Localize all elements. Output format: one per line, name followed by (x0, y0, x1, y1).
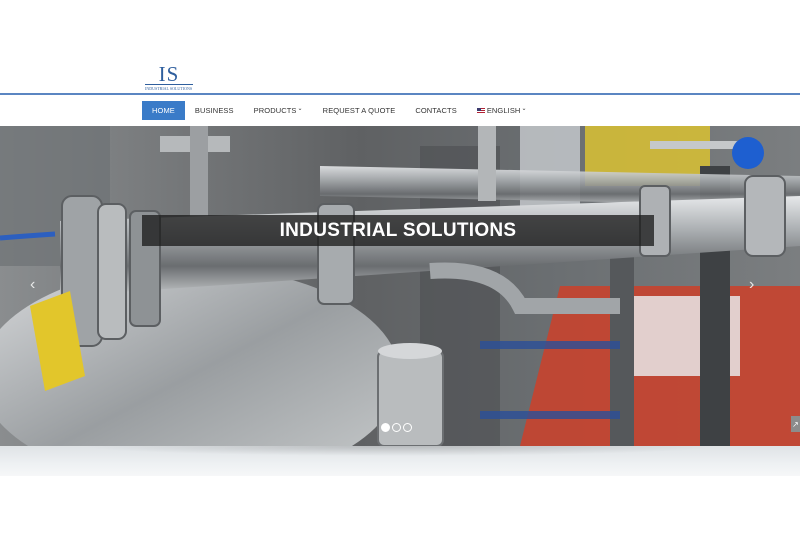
chevron-left-icon[interactable]: ‹ (30, 277, 35, 293)
nav-item-business[interactable]: BUSINESS (185, 101, 244, 120)
scroll-top-icon[interactable]: ↗ (791, 416, 800, 432)
logo-subtitle: INDUSTRIAL SOLUTIONS (145, 86, 193, 91)
slider-pagination (381, 423, 412, 432)
main-nav: HOME BUSINESS PRODUCTS ⌄ REQUEST A QUOTE … (142, 101, 537, 120)
logo-rule (145, 84, 193, 85)
nav-item-label: BUSINESS (194, 106, 234, 115)
nav-item-label: REQUEST A QUOTE (322, 106, 396, 115)
slide-caption: INDUSTRIAL SOLUTIONS (142, 215, 654, 246)
slider-dot-3[interactable] (403, 423, 412, 432)
site-logo[interactable]: IS INDUSTRIAL SOLUTIONS (145, 64, 197, 92)
logo-letters: IS (158, 62, 180, 86)
nav-item-language[interactable]: ENGLISH ⌄ (467, 101, 537, 120)
us-flag-icon (476, 108, 485, 113)
slider-shadow-band (0, 446, 800, 476)
hero-slider[interactable]: INDUSTRIAL SOLUTIONS ‹ › ↗ (0, 126, 800, 446)
header-divider (0, 93, 800, 95)
chevron-right-icon[interactable]: › (749, 277, 754, 293)
nav-item-products[interactable]: PRODUCTS ⌄ (244, 101, 313, 120)
slider-dot-1[interactable] (381, 423, 390, 432)
nav-item-label: PRODUCTS (253, 106, 297, 115)
chevron-down-icon: ⌄ (297, 106, 303, 112)
hero-image (0, 126, 800, 446)
nav-item-label: HOME (152, 106, 175, 115)
nav-item-request-quote[interactable]: REQUEST A QUOTE (313, 101, 406, 120)
nav-item-label: CONTACTS (415, 106, 457, 115)
nav-item-label: ENGLISH (486, 106, 521, 115)
nav-item-contacts[interactable]: CONTACTS (405, 101, 467, 120)
site-header: IS INDUSTRIAL SOLUTIONS (0, 0, 800, 95)
slider-dot-2[interactable] (392, 423, 401, 432)
nav-item-home[interactable]: HOME (142, 101, 185, 120)
chevron-down-icon: ⌄ (521, 106, 527, 112)
